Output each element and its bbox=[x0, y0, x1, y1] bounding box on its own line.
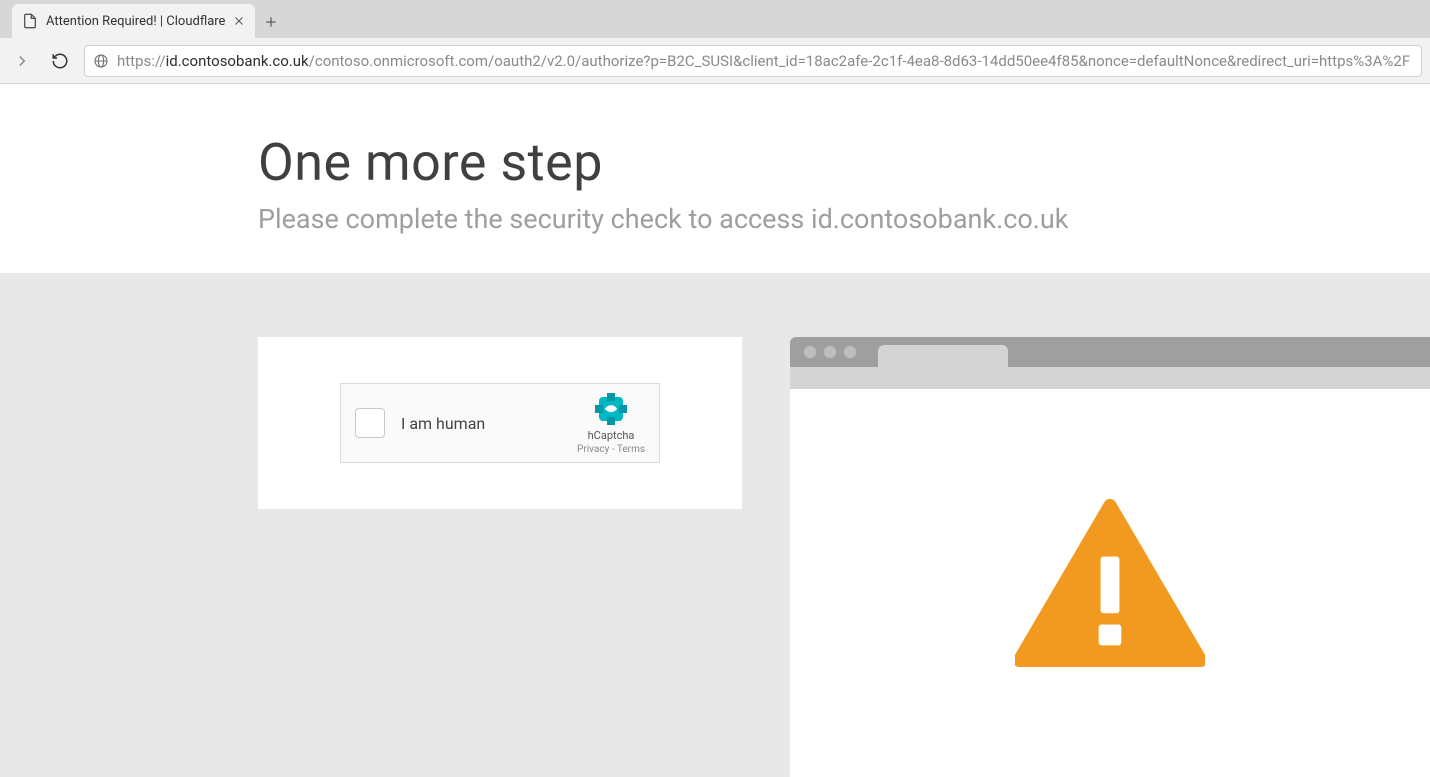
page-header: One more step Please complete the securi… bbox=[0, 84, 1430, 273]
url-text: https://id.contosobank.co.uk/contoso.onm… bbox=[117, 52, 1410, 70]
illustration-tab bbox=[878, 345, 1008, 367]
captcha-brand-links: Privacy - Terms bbox=[577, 444, 645, 455]
close-tab-button[interactable] bbox=[233, 15, 245, 27]
captcha-terms-link[interactable]: Terms bbox=[617, 444, 645, 455]
warning-triangle-icon bbox=[1015, 498, 1205, 668]
page-body: I am human hCaptcha Privacy - Terms bbox=[0, 273, 1430, 777]
illustration-titlebar bbox=[790, 337, 1430, 367]
hcaptcha-widget: I am human hCaptcha Privacy - Terms bbox=[340, 383, 660, 463]
url-host: id.contosobank.co.uk bbox=[166, 52, 309, 70]
refresh-button[interactable] bbox=[46, 47, 74, 75]
globe-icon bbox=[93, 53, 109, 69]
browser-toolbar: https://id.contosobank.co.uk/contoso.onm… bbox=[0, 38, 1430, 84]
illustration-toolbar bbox=[790, 367, 1430, 389]
window-dot-icon bbox=[824, 346, 836, 358]
page-subtitle: Please complete the security check to ac… bbox=[258, 203, 1430, 235]
browser-tab-strip: Attention Required! | Cloudflare bbox=[0, 0, 1430, 38]
window-dot-icon bbox=[844, 346, 856, 358]
window-dot-icon bbox=[804, 346, 816, 358]
address-bar[interactable]: https://id.contosobank.co.uk/contoso.onm… bbox=[84, 45, 1422, 77]
page-title: One more step bbox=[258, 132, 1430, 193]
url-path: /contoso.onmicrosoft.com/oauth2/v2.0/aut… bbox=[309, 52, 1410, 70]
captcha-checkbox[interactable] bbox=[355, 408, 385, 438]
captcha-privacy-link[interactable]: Privacy bbox=[577, 444, 609, 455]
illustration-browser bbox=[790, 337, 1430, 777]
hcaptcha-logo-icon bbox=[593, 391, 629, 427]
url-scheme: https:// bbox=[117, 52, 166, 70]
captcha-links-sep: - bbox=[609, 444, 617, 455]
illustration-body bbox=[790, 389, 1430, 777]
captcha-label: I am human bbox=[401, 414, 561, 433]
new-tab-button[interactable] bbox=[255, 6, 287, 38]
forward-button[interactable] bbox=[8, 47, 36, 75]
browser-tab[interactable]: Attention Required! | Cloudflare bbox=[12, 4, 255, 38]
captcha-brand-name: hCaptcha bbox=[588, 429, 635, 442]
tab-title: Attention Required! | Cloudflare bbox=[46, 14, 225, 29]
captcha-card: I am human hCaptcha Privacy - Terms bbox=[258, 337, 742, 509]
captcha-brand: hCaptcha Privacy - Terms bbox=[577, 391, 645, 455]
page-icon bbox=[22, 13, 38, 29]
